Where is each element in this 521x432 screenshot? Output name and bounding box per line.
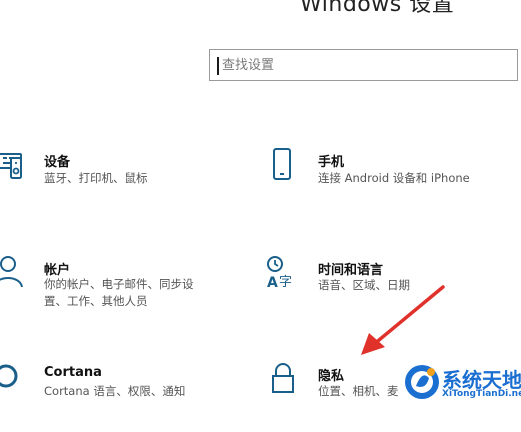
tile-desc: 置、工作、其他人员: [44, 294, 148, 308]
tile-cortana[interactable]: Cortana Cortana 语言、权限、通知: [0, 362, 250, 432]
cortana-icon: [0, 364, 18, 388]
tile-name: 手机: [318, 155, 345, 170]
tile-name: 时间和语言: [318, 263, 384, 278]
tile-name: 隐私: [318, 369, 345, 384]
annotation-arrow: [361, 285, 445, 355]
devices-icon: [0, 153, 22, 179]
tile-desc: 蓝牙、打印机、鼠标: [44, 171, 148, 185]
tile-devices[interactable]: 设备 蓝牙、打印机、鼠标: [0, 147, 250, 217]
window-title: Windows 设置: [300, 0, 455, 17]
text-caret: [217, 57, 219, 75]
tile-desc: 连接 Android 设备和 iPhone: [318, 171, 470, 185]
search-input[interactable]: [222, 50, 502, 80]
svg-text:字: 字: [279, 275, 292, 290]
watermark: 系统天地 XiTongTianDi.net: [402, 360, 521, 406]
watermark-text-en: XiTongTianDi.net: [442, 389, 521, 399]
tile-desc: 位置、相机、麦: [318, 384, 399, 398]
svg-text:A: A: [267, 275, 278, 291]
time-language-icon: A 字: [267, 256, 292, 291]
tile-name: Cortana: [44, 365, 102, 380]
tile-desc: 你的帐户、电子邮件、同步设: [44, 277, 194, 291]
person-icon: [0, 256, 23, 288]
watermark-logo-icon: [405, 365, 439, 399]
lock-icon: [272, 363, 294, 393]
tile-name: 设备: [44, 155, 71, 170]
phone-icon: [273, 148, 291, 180]
tile-phone[interactable]: 手机 连接 Android 设备和 iPhone: [270, 147, 520, 217]
tile-desc: Cortana 语言、权限、通知: [44, 384, 186, 398]
tile-accounts[interactable]: 帐户 你的帐户、电子邮件、同步设 置、工作、其他人员: [0, 255, 250, 325]
search-box[interactable]: [209, 49, 518, 81]
